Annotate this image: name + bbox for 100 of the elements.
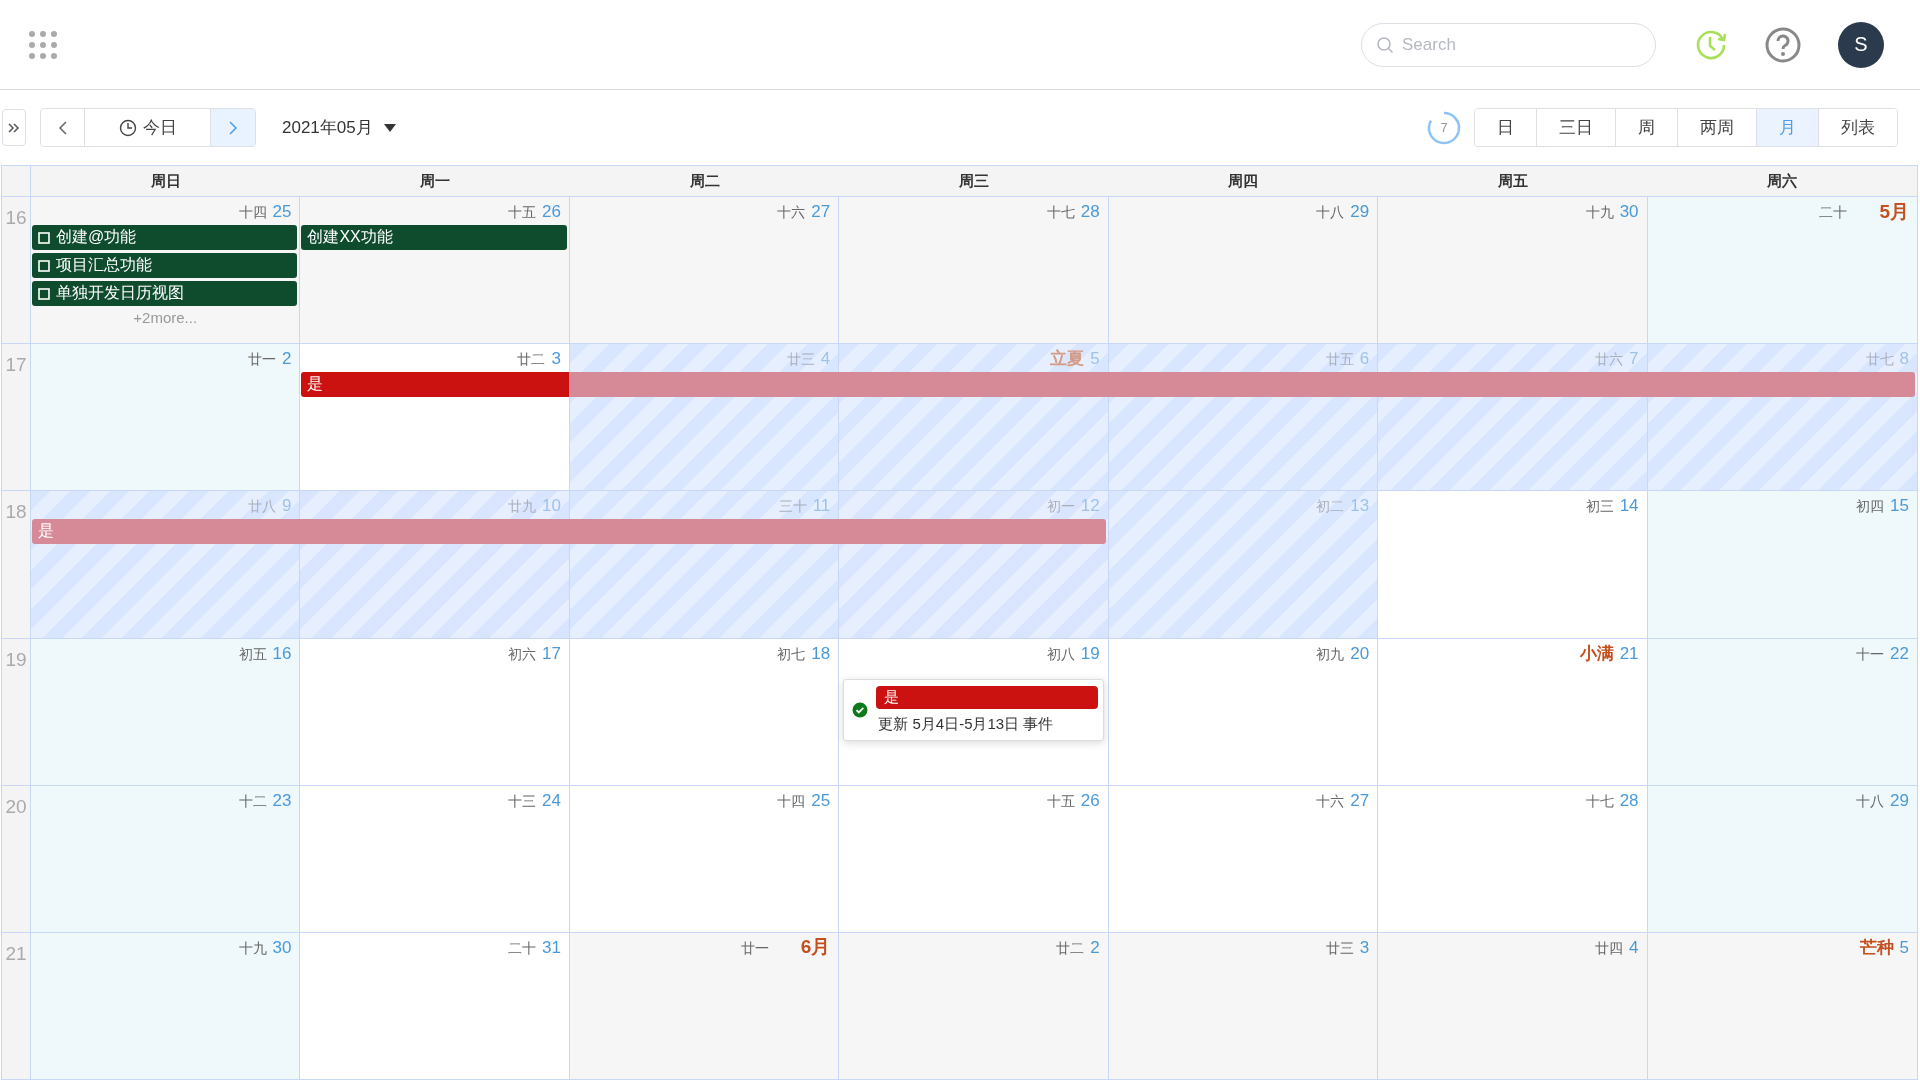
day-number: 6月 — [800, 936, 831, 958]
event-bar[interactable]: 单独开发日历视图 — [32, 281, 298, 306]
lunar-date: 廿一 — [247, 350, 276, 370]
user-avatar[interactable]: S — [1838, 21, 1884, 68]
day-cell[interactable]: 十六 27 — [569, 197, 840, 344]
weekday-header: 周一 — [419, 170, 452, 191]
checkbox-icon[interactable] — [38, 231, 50, 244]
chevron-right-icon — [228, 119, 238, 136]
check-circle-icon — [852, 701, 869, 718]
lunar-date: 廿九 — [507, 497, 536, 517]
lunar-date: 十六 — [1316, 791, 1345, 811]
day-number: 4 — [1629, 936, 1639, 958]
lunar-date: 十八 — [1316, 203, 1345, 222]
lunar-date: 十九 — [238, 938, 267, 958]
expand-sidebar-button[interactable] — [2, 109, 26, 146]
lunar-date: 廿三 — [1325, 938, 1354, 958]
day-number: 30 — [272, 936, 292, 958]
day-number: 5月 — [1879, 201, 1909, 222]
day-number: 28 — [1080, 201, 1100, 222]
month-picker[interactable]: 2021年05月 — [282, 116, 397, 139]
day-cell[interactable]: 十九 30 — [31, 932, 301, 1080]
lunar-date: 立夏 — [1050, 348, 1085, 370]
lunar-date: 廿一 — [740, 938, 769, 958]
event-bar[interactable]: 是 — [301, 372, 569, 398]
day-cell[interactable]: 初四 15 — [1647, 491, 1917, 638]
day-cell[interactable]: 十九 30 — [1378, 197, 1648, 344]
week-number: 17 — [5, 354, 27, 377]
lunar-date: 初六 — [507, 644, 536, 664]
day-number: 7 — [1629, 348, 1639, 370]
lunar-date: 十七 — [1585, 791, 1614, 811]
day-number: 12 — [1080, 495, 1100, 517]
day-number: 13 — [1350, 495, 1370, 517]
lunar-date: 廿六 — [1595, 350, 1624, 370]
week-number: 21 — [5, 942, 27, 965]
day-cell[interactable]: 廿二 2 — [839, 932, 1109, 1080]
lunar-date: 廿二 — [1056, 938, 1085, 958]
view-tab[interactable]: 日 — [1475, 109, 1537, 146]
checkbox-icon[interactable] — [38, 287, 50, 300]
day-number: 30 — [1619, 201, 1639, 222]
day-cell[interactable]: 初五 16 — [31, 638, 301, 785]
day-cell[interactable]: 廿四 4 — [1378, 932, 1648, 1080]
lunar-date: 十一 — [1856, 644, 1885, 664]
caret-icon — [382, 122, 397, 133]
lunar-date: 初五 — [238, 644, 267, 664]
day-cell[interactable]: 芒种 5 — [1647, 932, 1917, 1080]
day-number: 5 — [1899, 936, 1909, 958]
lunar-date: 廿八 — [247, 497, 276, 517]
lunar-date: 初七 — [777, 644, 806, 664]
previous-button[interactable] — [41, 109, 85, 146]
next-button[interactable] — [211, 109, 255, 146]
lunar-date: 廿二 — [517, 350, 546, 370]
day-cell[interactable]: 十八 29 — [1647, 785, 1917, 932]
day-number: 27 — [1350, 789, 1370, 811]
event-bar-continuation[interactable] — [1646, 372, 1915, 398]
day-cell[interactable]: 十八 29 — [1108, 197, 1379, 344]
day-cell[interactable]: 二十 5月 — [1647, 197, 1917, 344]
day-cell[interactable]: 十五 26 创建XX功能 — [300, 197, 570, 344]
event-bar[interactable]: 创建@功能 — [32, 225, 298, 250]
day-cell[interactable]: 廿一 2 — [31, 344, 301, 491]
clock-icon — [118, 118, 137, 137]
day-cell[interactable]: 廿三 3 — [1108, 932, 1379, 1080]
day-cell[interactable]: 十七 28 — [839, 197, 1109, 344]
event-bar-continuation[interactable] — [568, 372, 839, 398]
weekday-header: 周五 — [1496, 170, 1529, 191]
day-number: 15 — [1890, 495, 1909, 517]
help-icon[interactable] — [1764, 25, 1802, 64]
day-number: 3 — [1359, 936, 1370, 958]
day-number: 26 — [541, 201, 561, 222]
day-cell[interactable]: 廿一 6月 — [569, 932, 840, 1080]
search-input[interactable]: Search — [1402, 34, 1632, 55]
day-number: 14 — [1619, 495, 1639, 517]
lunar-date: 初一 — [1046, 497, 1075, 517]
checkbox-icon[interactable] — [38, 259, 50, 272]
event-bar-continuation[interactable] — [838, 519, 1106, 545]
day-cell[interactable]: 廿二 3 是 — [300, 344, 570, 491]
weekday-header: 周二 — [688, 170, 721, 191]
lunar-date: 十三 — [507, 791, 536, 811]
day-number: 10 — [541, 495, 561, 517]
apps-grid-icon[interactable] — [28, 29, 58, 60]
day-number: 19 — [1080, 642, 1100, 664]
day-number: 24 — [541, 789, 561, 811]
day-number: 29 — [1890, 789, 1909, 811]
lunar-date: 廿七 — [1865, 350, 1894, 370]
day-cell[interactable]: 十一 22 — [1647, 638, 1917, 785]
double-chevron-icon — [7, 120, 21, 135]
day-cell[interactable]: 十二 23 — [31, 785, 301, 932]
day-number: 28 — [1619, 789, 1639, 811]
lunar-date: 二十 — [507, 938, 536, 958]
lunar-date: 十五 — [507, 203, 536, 222]
weekday-header: 周日 — [149, 170, 182, 191]
day-number: 2 — [1090, 936, 1100, 958]
event-bar[interactable]: 创建XX功能 — [301, 225, 567, 250]
lunar-date: 廿四 — [1595, 938, 1624, 958]
event-bar[interactable]: 项目汇总功能 — [32, 253, 298, 278]
day-number: 26 — [1080, 789, 1100, 811]
day-number: 5 — [1090, 348, 1100, 370]
weekday-header: 周六 — [1766, 170, 1799, 191]
lunar-date: 十四 — [777, 791, 806, 811]
day-number: 9 — [281, 495, 292, 517]
day-cell[interactable]: 十四 25 创建@功能 项目汇总功能 单独开发日历视图 +2more... — [31, 197, 301, 344]
